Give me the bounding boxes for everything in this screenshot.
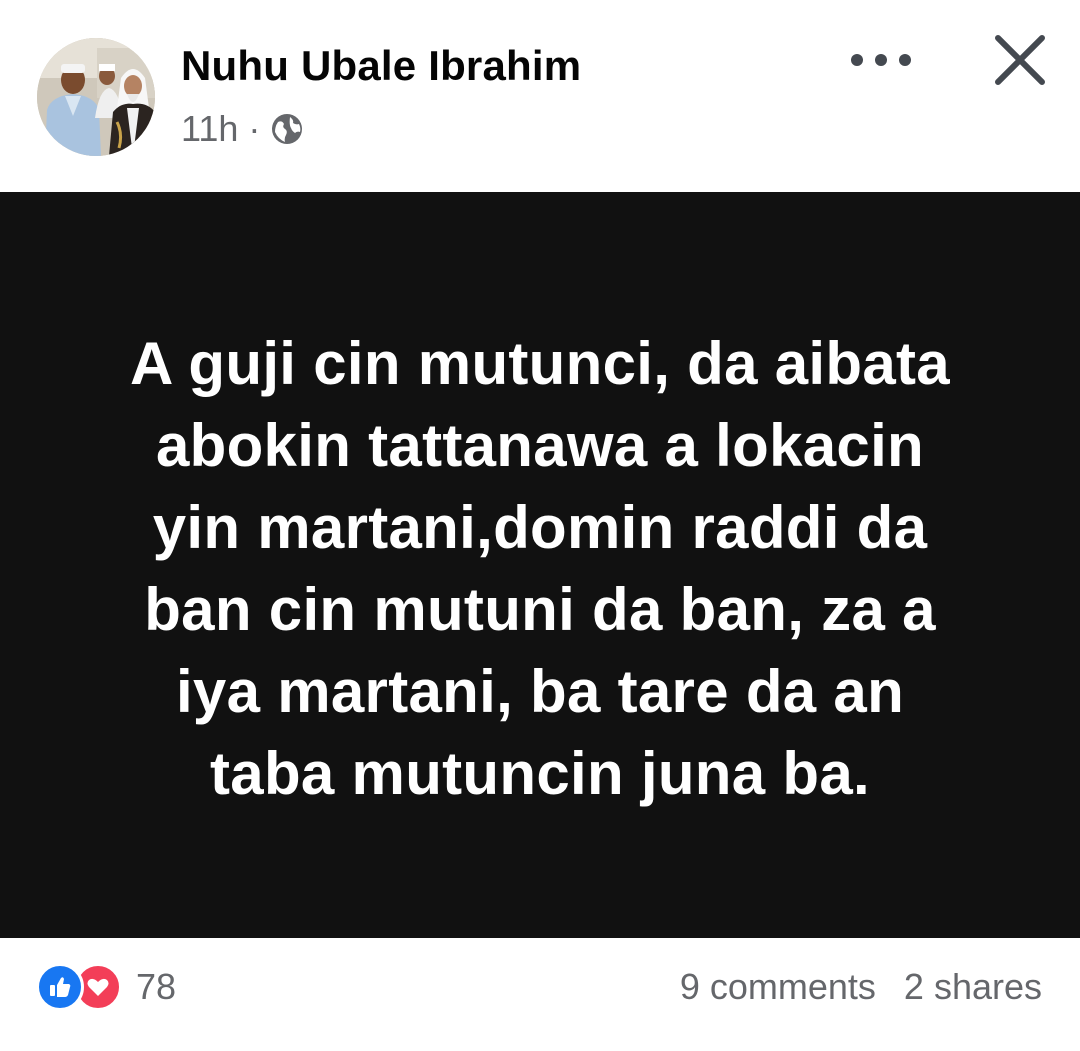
post-header: Nuhu Ubale Ibrahim 11h · xyxy=(0,0,1080,192)
engagement-stats: 9 comments 2 shares xyxy=(680,966,1042,1008)
post-viewer: Nuhu Ubale Ibrahim 11h · A guji cin mutu… xyxy=(0,0,1080,1051)
post-text-line: abokin tattanawa a lokacin xyxy=(155,412,925,479)
avatar-photo xyxy=(37,38,155,156)
text-post-card[interactable]: A guji cin mutunci, da aibata abokin tat… xyxy=(0,192,1080,938)
reactions-summary[interactable]: 78 xyxy=(36,963,176,1011)
post-text: A guji cin mutunci, da aibata abokin tat… xyxy=(70,323,1010,815)
author-avatar[interactable] xyxy=(37,38,155,156)
post-text-line: taba mutuncin juna ba. xyxy=(210,740,870,807)
post-meta: 11h · xyxy=(181,108,304,150)
post-text-line: iya martani, ba tare da an xyxy=(175,658,905,725)
more-options-icon xyxy=(851,54,911,66)
post-text-line: ban cin mutuni da ban, za a xyxy=(144,576,936,643)
post-text-line: A guji cin mutunci, da aibata xyxy=(130,330,950,397)
comments-count[interactable]: 9 comments xyxy=(680,966,876,1008)
close-icon xyxy=(995,35,1045,85)
meta-separator: · xyxy=(248,108,261,149)
reaction-count: 78 xyxy=(136,966,177,1007)
post-timestamp[interactable]: 11h xyxy=(181,108,238,150)
post-text-line: yin martani,domin raddi da xyxy=(152,494,928,561)
like-icon xyxy=(36,963,84,1011)
globe-icon xyxy=(270,112,304,146)
author-name[interactable]: Nuhu Ubale Ibrahim xyxy=(181,42,581,90)
close-button[interactable] xyxy=(990,30,1050,90)
shares-count[interactable]: 2 shares xyxy=(904,966,1042,1008)
more-options-button[interactable] xyxy=(846,38,916,82)
